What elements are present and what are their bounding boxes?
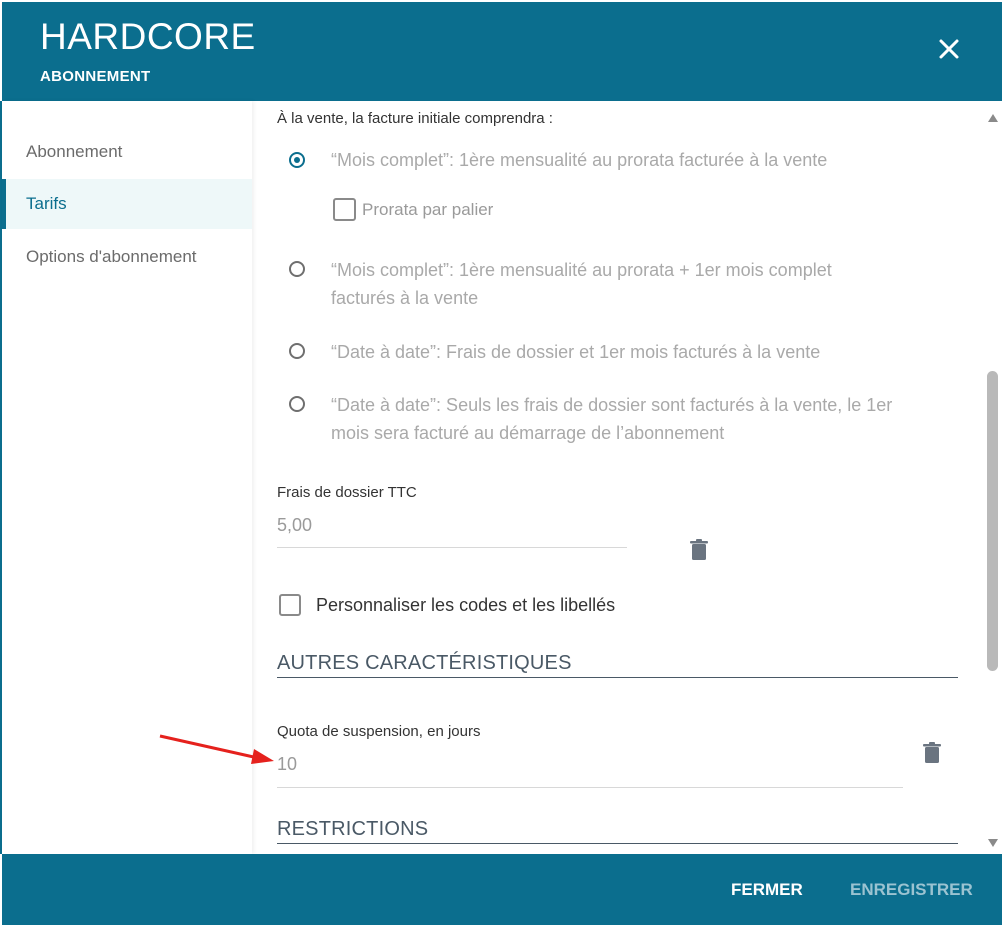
section-divider [277,843,958,844]
dialog-subtitle: ABONNEMENT [40,68,151,85]
prorata-checkbox-row[interactable]: Prorata par palier [333,198,493,221]
scroll-up-arrow-icon[interactable] [987,110,999,122]
invoice-option-label: “Date à date”: Frais de dossier et 1er m… [331,342,821,362]
radio-button[interactable] [289,261,305,277]
section-divider [277,677,958,678]
invoice-option-label: “Mois complet”: 1ère mensualité au prora… [331,150,828,170]
main-content: À la vente, la facture initiale comprend… [253,101,983,854]
invoice-option-label: mois sera facturé au démarrage de l’abon… [331,423,725,443]
prorata-checkbox[interactable] [333,198,356,221]
invoice-option-label: facturés à la vente [331,288,479,308]
trash-icon[interactable] [690,539,708,561]
sidebar-item-tarifs[interactable]: Tarifs [2,179,252,229]
fees-input-underline [277,547,627,548]
radio-button[interactable] [289,152,305,168]
section-title-restrictions: RESTRICTIONS [277,818,429,840]
invoice-option-1[interactable]: “Mois complet”: 1ère mensualité au prora… [289,146,827,174]
customize-checkbox-row[interactable]: Personnaliser les codes et les libellés [279,594,615,616]
quota-label: Quota de suspension, en jours [277,723,481,740]
invoice-option-2[interactable]: “Mois complet”: 1ère mensualité au prora… [289,256,832,312]
invoice-option-3[interactable]: “Date à date”: Frais de dossier et 1er m… [289,338,820,366]
prorata-checkbox-label: Prorata par palier [362,200,494,219]
scrollbar-thumb[interactable] [987,371,998,671]
invoice-intro: À la vente, la facture initiale comprend… [277,110,553,127]
fees-label: Frais de dossier TTC [277,484,417,501]
trash-icon[interactable] [923,742,941,764]
dialog-title: HARDCORE [40,16,256,57]
invoice-option-label: “Date à date”: Seuls les frais de dossie… [331,395,893,415]
customize-checkbox-label: Personnaliser les codes et les libellés [316,595,616,615]
sidebar-item-label: Abonnement [26,142,123,161]
invoice-option-4[interactable]: “Date à date”: Seuls les frais de dossie… [289,391,892,447]
sidebar-item-label: Tarifs [26,194,67,213]
save-button[interactable]: ENREGISTRER [850,854,973,925]
fees-input[interactable]: 5,00 [277,515,312,536]
dialog-footer: FERMER ENREGISTRER [2,854,1002,925]
sidebar-item-options[interactable]: Options d'abonnement [2,232,252,282]
scroll-down-arrow-icon[interactable] [987,835,999,847]
customize-checkbox[interactable] [279,594,301,616]
radio-button[interactable] [289,343,305,359]
dialog: HARDCORE ABONNEMENT Abonnement Tarifs Op… [0,0,1004,927]
close-button[interactable]: FERMER [731,854,803,925]
sidebar-item-label: Options d'abonnement [26,247,197,266]
radio-button[interactable] [289,396,305,412]
annotation-arrow [158,732,278,771]
quota-input[interactable]: 10 [277,754,297,775]
dialog-header: HARDCORE ABONNEMENT [2,2,1002,101]
quota-input-underline [277,787,903,788]
invoice-option-label: “Mois complet”: 1ère mensualité au prora… [331,260,832,280]
sidebar-item-abonnement[interactable]: Abonnement [2,127,252,177]
section-title-other: AUTRES CARACTÉRISTIQUES [277,652,572,674]
close-icon[interactable] [938,38,960,60]
